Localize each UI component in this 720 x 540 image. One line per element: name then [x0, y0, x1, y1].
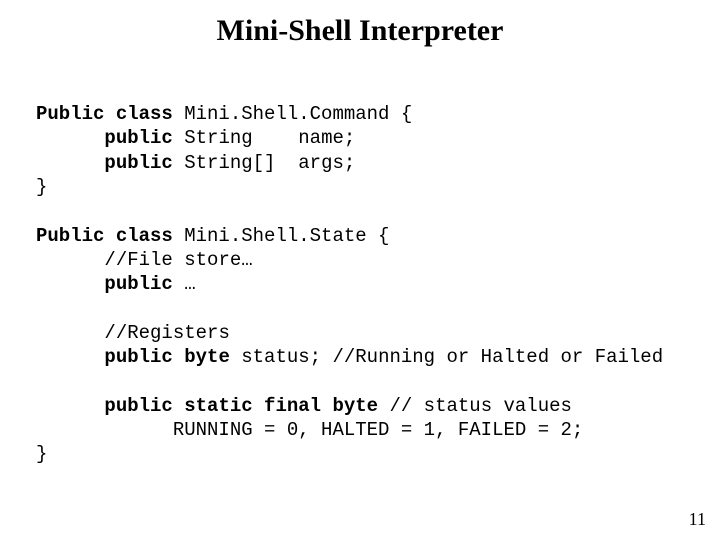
- keyword: public byte: [104, 346, 229, 368]
- keyword: public: [104, 273, 172, 295]
- slide: Mini-Shell Interpreter Public class Mini…: [0, 0, 720, 540]
- code-text: String[] args;: [173, 152, 355, 174]
- keyword: public static final byte: [104, 395, 378, 417]
- code-text: status; //Running or Halted or Failed: [230, 346, 663, 368]
- keyword: public: [104, 152, 172, 174]
- code-text: }: [36, 443, 47, 465]
- code-text: // status values: [378, 395, 572, 417]
- comment: //Registers: [104, 322, 229, 344]
- code-text: RUNNING = 0, HALTED = 1, FAILED = 2;: [173, 419, 583, 441]
- keyword: Public class: [36, 103, 173, 125]
- code-text: Mini.Shell.State {: [173, 225, 390, 247]
- keyword: Public class: [36, 225, 173, 247]
- code-text: String name;: [173, 127, 355, 149]
- comment: //File store…: [104, 249, 252, 271]
- page-number: 11: [689, 509, 706, 530]
- code-block: Public class Mini.Shell.Command { public…: [0, 58, 720, 467]
- code-text: Mini.Shell.Command {: [173, 103, 412, 125]
- page-title: Mini-Shell Interpreter: [0, 0, 720, 58]
- keyword: public: [104, 127, 172, 149]
- code-text: }: [36, 176, 47, 198]
- code-text: …: [173, 273, 196, 295]
